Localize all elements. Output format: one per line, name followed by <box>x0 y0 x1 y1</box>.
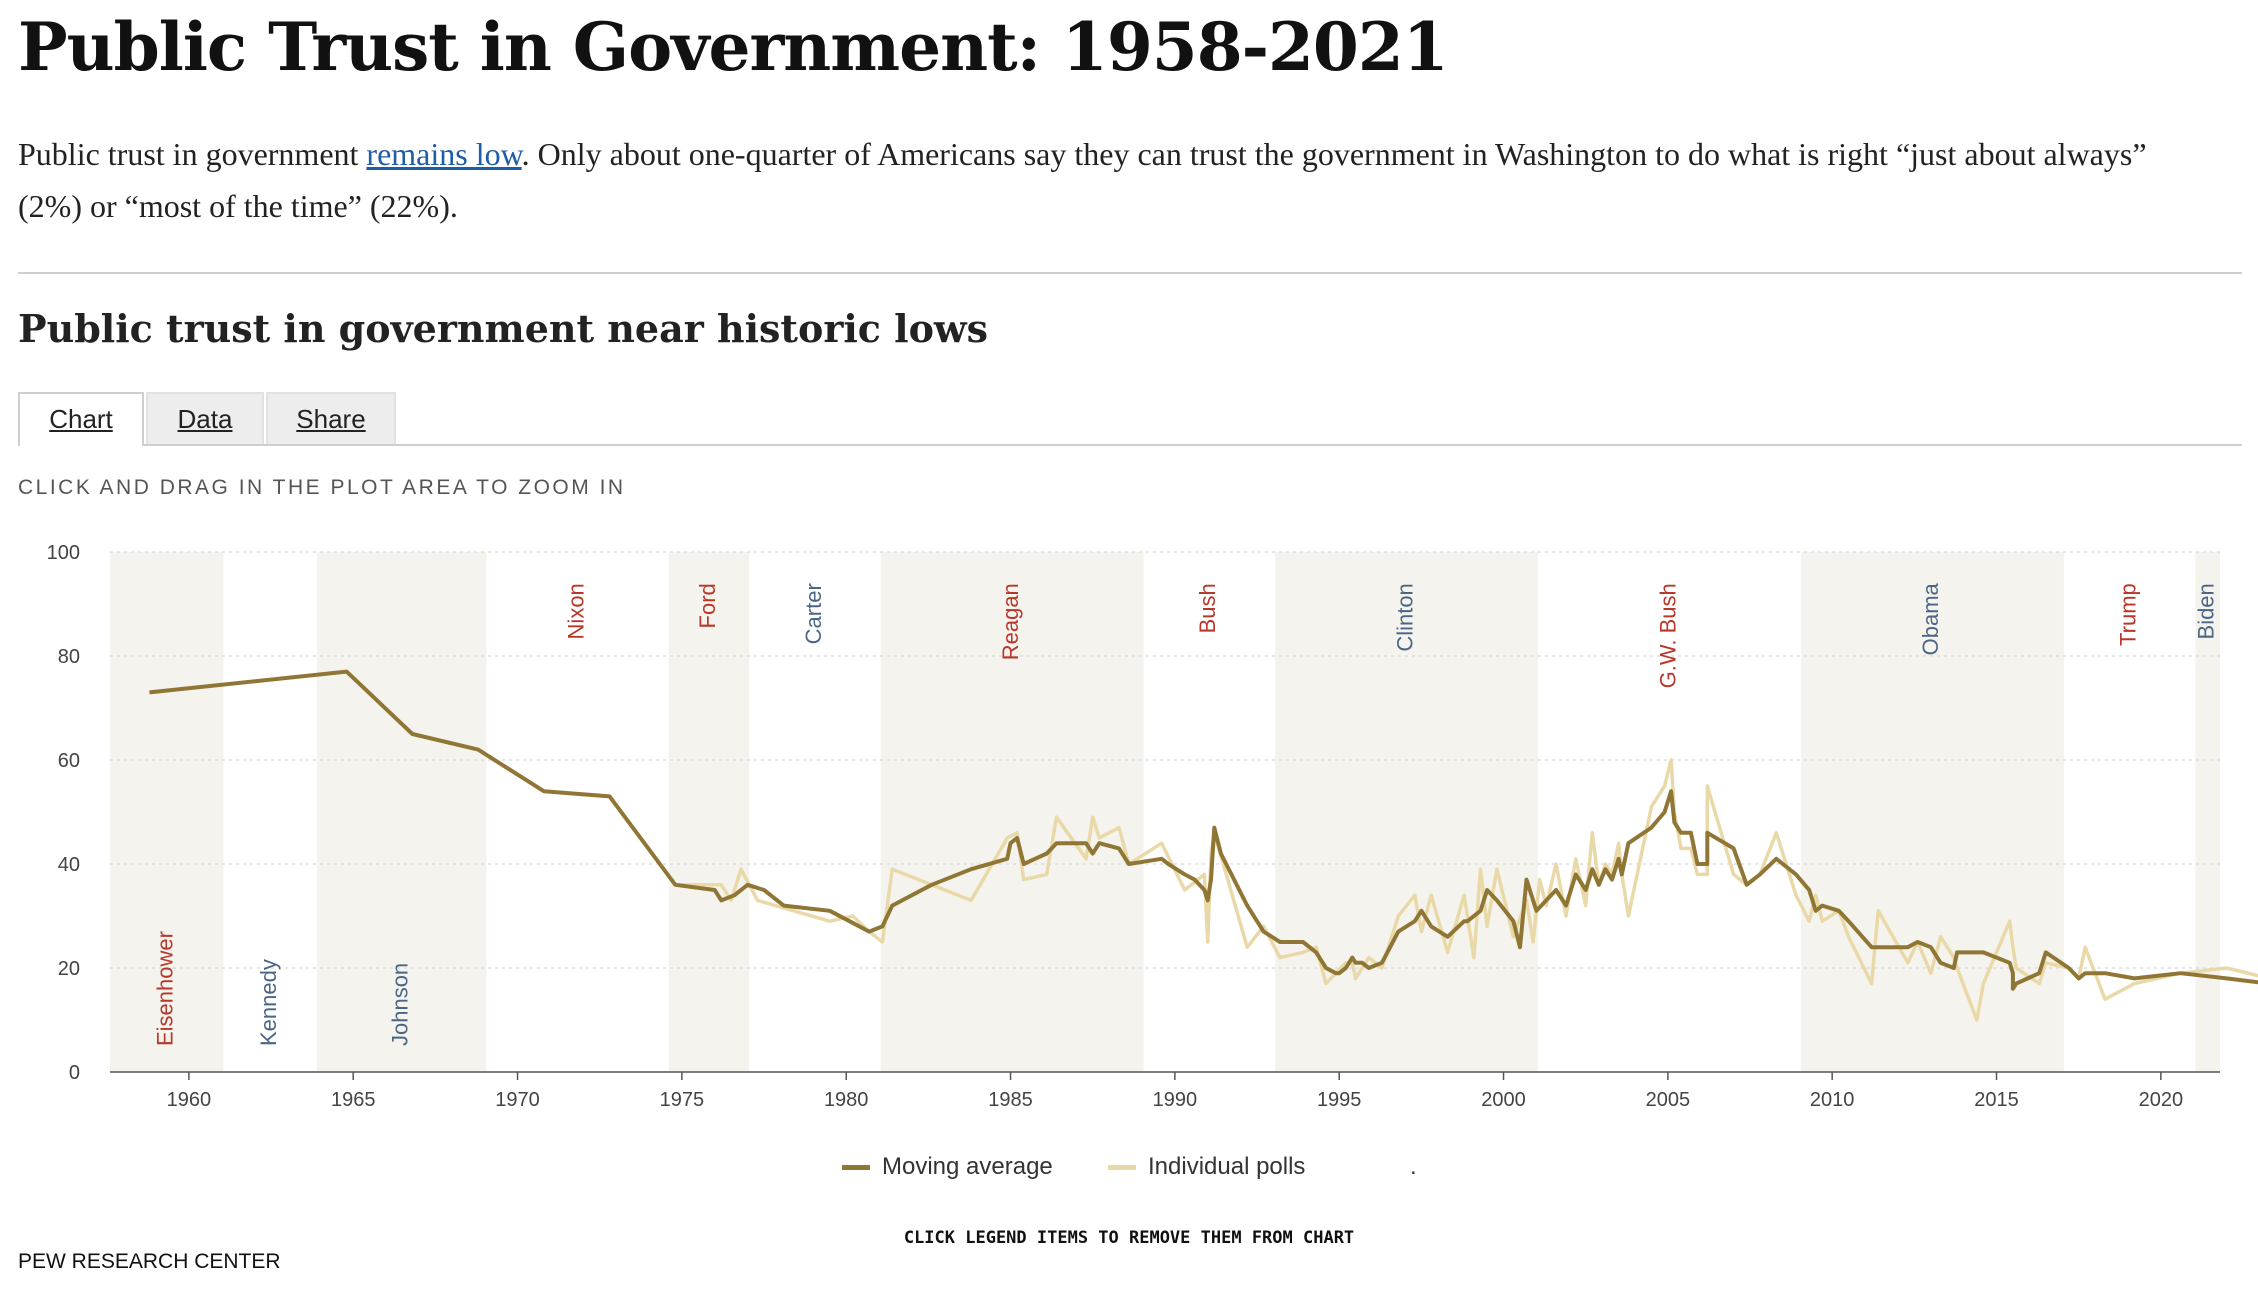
band-ford <box>668 552 750 1072</box>
chart-legend: Moving average Individual polls <box>0 1152 2258 1182</box>
president-label-johnson: Johnson <box>387 963 412 1046</box>
legend-moving-average-label: Moving average <box>882 1153 1053 1180</box>
legend-instruction: CLICK LEGEND ITEMS TO REMOVE THEM FROM C… <box>903 1228 1355 1248</box>
x-tick-label: 1965 <box>331 1089 376 1110</box>
president-label-carter: Carter <box>801 583 826 644</box>
section-divider <box>18 272 2242 274</box>
president-label-kennedy: Kennedy <box>256 959 281 1046</box>
x-tick-label: 1990 <box>1153 1089 1198 1110</box>
president-label-trump: Trump <box>2115 583 2140 646</box>
trust-chart[interactable]: 0 20 40 60 80 100 1960 1965 1970 1975 1980 1985 1990… <box>0 530 2258 1110</box>
x-tick-label: 1980 <box>824 1089 869 1110</box>
legend-individual-polls[interactable]: Individual polls <box>1108 1152 1305 1182</box>
y-tick-label: 40 <box>58 854 80 876</box>
x-tick-label: 2015 <box>1974 1089 2019 1110</box>
zoom-hint: CLICK AND DRAG IN THE PLOT AREA TO ZOOM … <box>18 476 626 499</box>
president-label-ford: Ford <box>695 583 720 628</box>
chart-tabs: Chart Data Share <box>18 392 2242 446</box>
president-label-g-w-bush: G.W. Bush <box>1655 583 1680 688</box>
y-tick-label: 20 <box>58 958 80 980</box>
president-label-biden: Biden <box>2193 583 2218 639</box>
legend-moving-average[interactable]: Moving average <box>842 1152 1053 1182</box>
legend-dot: . <box>1410 1153 1417 1180</box>
y-tick-label: 80 <box>58 646 80 668</box>
president-label-obama: Obama <box>1918 582 1943 655</box>
legend-individual-polls-label: Individual polls <box>1148 1153 1306 1180</box>
x-tick-label: 1985 <box>988 1089 1033 1110</box>
x-tick-label: 1975 <box>660 1089 705 1110</box>
intro-paragraph: Public trust in government remains low. … <box>18 128 2218 232</box>
president-label-clinton: Clinton <box>1392 583 1417 651</box>
intro-text-start: Public trust in government <box>18 136 367 172</box>
tab-share[interactable]: Share <box>266 392 396 444</box>
president-label-eisenhower: Eisenhower <box>153 931 178 1046</box>
y-tick-label: 60 <box>58 750 80 772</box>
tab-chart[interactable]: Chart <box>18 392 144 446</box>
x-tick-label: 2010 <box>1810 1089 1855 1110</box>
source-credit: PEW RESEARCH CENTER <box>18 1250 281 1273</box>
president-label-nixon: Nixon <box>563 583 588 639</box>
page-title: Public Trust in Government: 1958-2021 <box>18 8 1449 86</box>
president-label-bush: Bush <box>1195 583 1220 633</box>
x-tick-label: 1995 <box>1317 1089 1362 1110</box>
individual-polls-swatch <box>1108 1165 1136 1171</box>
president-label-reagan: Reagan <box>998 583 1023 660</box>
y-tick-label: 100 <box>47 542 80 564</box>
moving-average-swatch <box>842 1165 870 1171</box>
x-tick-label: 1960 <box>167 1089 212 1110</box>
chart-title: Public trust in government near historic… <box>18 306 989 351</box>
remains-low-link[interactable]: remains low <box>366 136 521 172</box>
x-tick-label: 2005 <box>1646 1089 1691 1110</box>
x-tick-label: 1970 <box>495 1089 540 1110</box>
x-tick-label: 2020 <box>2139 1089 2184 1110</box>
tab-data[interactable]: Data <box>146 392 264 444</box>
x-tick-label: 2000 <box>1481 1089 1526 1110</box>
y-tick-label: 0 <box>69 1062 80 1084</box>
